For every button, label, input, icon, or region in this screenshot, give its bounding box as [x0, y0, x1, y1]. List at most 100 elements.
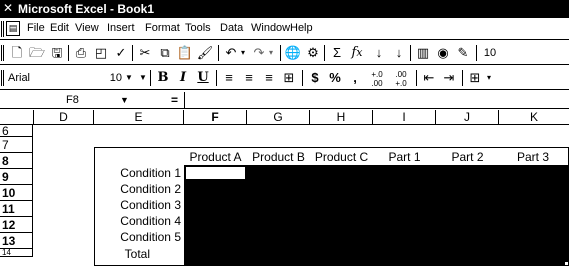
toolbar-grip[interactable] — [1, 45, 4, 61]
borders-icon[interactable]: ⊞ — [466, 69, 484, 87]
comma-button[interactable]: , — [346, 69, 364, 87]
table-border-top — [94, 147, 568, 148]
column-header-j[interactable]: J — [436, 110, 499, 125]
percent-button[interactable]: % — [326, 69, 344, 87]
row-label-total[interactable]: Total — [95, 247, 153, 262]
chart-wizard-icon[interactable]: ▥ — [414, 44, 432, 62]
sort-descending-icon[interactable]: ↓ — [390, 44, 408, 62]
fill-handle[interactable] — [564, 261, 569, 266]
borders-dropdown-icon[interactable]: ▾ — [484, 69, 494, 87]
align-right-icon[interactable]: ≡ — [260, 69, 278, 87]
currency-button[interactable]: $ — [306, 69, 324, 87]
decrease-decimal-button[interactable]: .00 +.0 — [390, 69, 412, 88]
zoom-box[interactable]: 10 — [480, 44, 500, 62]
table-header-product-b[interactable]: Product B — [247, 150, 310, 164]
toolbar-separator — [150, 70, 151, 86]
increase-decimal-button[interactable]: +.0 .00 — [366, 69, 388, 88]
paste-icon[interactable]: 📋 — [176, 44, 194, 62]
row-header-14[interactable]: 14 — [0, 249, 33, 257]
format-painter-icon[interactable]: 🖌 — [196, 44, 214, 62]
hyperlink-icon[interactable]: 🌐 — [284, 44, 302, 62]
excel-app-icon[interactable]: ✕ — [3, 2, 16, 15]
row-header-8[interactable]: 8 — [0, 153, 33, 169]
column-header-i[interactable]: I — [373, 110, 436, 125]
row-label-condition-2[interactable]: Condition 2 — [95, 182, 184, 197]
font-name-box[interactable]: Arial — [6, 69, 92, 87]
print-icon[interactable]: ⎙ — [72, 44, 90, 62]
row-header-9[interactable]: 9 — [0, 169, 33, 185]
column-header-e[interactable]: E — [94, 110, 184, 125]
save-icon[interactable]: 🖫 — [48, 44, 66, 62]
menu-data[interactable]: Data — [220, 22, 243, 34]
table-header-part-1[interactable]: Part 1 — [373, 150, 436, 164]
decrease-indent-icon[interactable]: ⇤ — [420, 69, 438, 87]
column-header-h[interactable]: H — [310, 110, 373, 125]
toolbar-separator — [280, 45, 281, 61]
formula-bar: F8 ▼ = — [0, 91, 569, 109]
web-toolbar-icon[interactable]: ⚙ — [304, 44, 322, 62]
column-header-d[interactable]: D — [34, 110, 94, 125]
align-center-icon[interactable]: ≡ — [240, 69, 258, 87]
row-label-condition-5[interactable]: Condition 5 — [95, 230, 184, 245]
function-icon[interactable]: fx — [348, 44, 366, 62]
menu-insert[interactable]: Insert — [107, 22, 135, 34]
menu-edit[interactable]: Edit — [50, 22, 69, 34]
undo-dropdown-icon[interactable]: ▾ — [238, 44, 248, 62]
row-header-10[interactable]: 10 — [0, 185, 33, 201]
cut-icon[interactable]: ✂ — [136, 44, 154, 62]
formula-input[interactable] — [184, 92, 568, 108]
row-header-7[interactable]: 7 — [0, 137, 33, 153]
row-header-6[interactable]: 6 — [0, 125, 33, 137]
menu-bar-grip[interactable] — [1, 21, 4, 37]
increase-indent-icon[interactable]: ⇥ — [440, 69, 458, 87]
font-dropdown-icon[interactable]: ▼ — [124, 69, 134, 87]
menu-view[interactable]: View — [75, 22, 99, 34]
menu-tools[interactable]: Tools — [185, 22, 211, 34]
row-label-condition-3[interactable]: Condition 3 — [95, 198, 184, 213]
toolbar-separator — [410, 45, 411, 61]
font-size-box[interactable]: 10 — [96, 69, 122, 87]
title-bar: ✕ Microsoft Excel - Book1 — [0, 0, 569, 18]
column-header-k[interactable]: K — [499, 110, 569, 125]
worksheet-grid[interactable]: D E F G H I J K 6 7 8 9 10 11 12 13 14 P… — [0, 110, 569, 272]
drawing-icon[interactable]: ✎ — [454, 44, 472, 62]
redo-dropdown-icon[interactable]: ▾ — [266, 44, 276, 62]
menu-bar: ▤ File Edit View Insert Format Tools Dat… — [0, 18, 569, 40]
select-all-corner[interactable] — [0, 110, 34, 125]
table-header-part-2[interactable]: Part 2 — [436, 150, 499, 164]
merge-center-icon[interactable]: ⊞ — [280, 69, 298, 87]
column-header-f[interactable]: F — [184, 110, 247, 125]
print-preview-icon[interactable]: ◰ — [92, 44, 110, 62]
table-header-part-3[interactable]: Part 3 — [499, 150, 567, 164]
column-header-g[interactable]: G — [247, 110, 310, 125]
sort-ascending-icon[interactable]: ↓ — [370, 44, 388, 62]
bold-button[interactable]: B — [154, 69, 172, 87]
underline-button[interactable]: U — [194, 69, 212, 87]
table-header-product-c[interactable]: Product C — [310, 150, 373, 164]
new-icon[interactable]: 🗋 — [8, 44, 26, 62]
row-label-condition-4[interactable]: Condition 4 — [95, 214, 184, 229]
autosum-icon[interactable]: Σ — [328, 44, 346, 62]
menu-help[interactable]: Help — [290, 22, 313, 34]
name-box-dropdown-icon[interactable]: ▼ — [120, 92, 129, 108]
map-icon[interactable]: ◉ — [434, 44, 452, 62]
table-header-product-a[interactable]: Product A — [184, 150, 247, 164]
row-label-condition-1[interactable]: Condition 1 — [95, 166, 184, 181]
toolbar-separator — [462, 70, 463, 86]
menu-format[interactable]: Format — [145, 22, 180, 34]
copy-icon[interactable]: ⧉ — [156, 44, 174, 62]
toolbar-grip[interactable] — [1, 70, 4, 86]
active-cell-f8[interactable] — [184, 165, 247, 181]
font-size-dropdown-icon[interactable]: ▼ — [138, 69, 148, 87]
italic-button[interactable]: I — [174, 69, 192, 87]
edit-formula-button[interactable]: = — [171, 92, 178, 108]
row-header-12[interactable]: 12 — [0, 217, 33, 233]
row-header-13[interactable]: 13 — [0, 233, 33, 249]
workbook-icon[interactable]: ▤ — [6, 21, 20, 36]
row-header-11[interactable]: 11 — [0, 201, 33, 217]
menu-window[interactable]: Window — [251, 22, 290, 34]
menu-file[interactable]: File — [27, 22, 45, 34]
spelling-icon[interactable]: ✓ — [112, 44, 130, 62]
align-left-icon[interactable]: ≡ — [220, 69, 238, 87]
open-icon[interactable]: 🗁 — [28, 44, 46, 62]
